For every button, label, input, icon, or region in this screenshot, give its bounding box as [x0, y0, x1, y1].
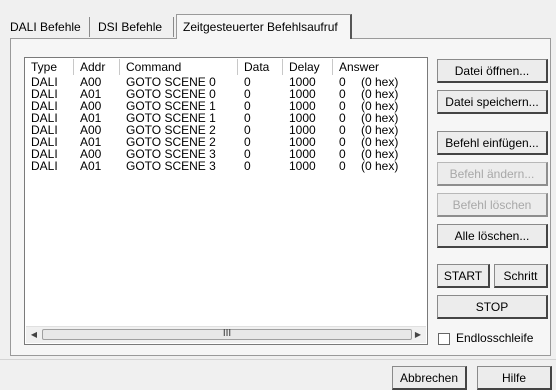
tab-dali-befehle[interactable]: DALI Befehle: [4, 17, 90, 37]
tab-zeitgesteuerter-befehlsaufruf[interactable]: Zeitgesteuerter Befehlsaufruf: [176, 14, 352, 39]
scroll-right-arrow-icon[interactable]: ▶: [412, 329, 424, 341]
table-row[interactable]: DALI A01 GOTO SCENE 3 0 1000 0 (0 hex): [25, 160, 427, 172]
column-header-command[interactable]: Command: [120, 59, 238, 75]
command-list[interactable]: Type Addr Command Data Delay Answer DALI…: [24, 57, 428, 345]
table-cell: 0: [339, 159, 346, 173]
column-header-type[interactable]: Type: [25, 59, 74, 75]
column-header-addr[interactable]: Addr: [74, 59, 120, 75]
stop-button[interactable]: STOP: [437, 295, 548, 319]
list-header: Type Addr Command Data Delay Answer: [25, 58, 427, 75]
help-button[interactable]: Hilfe: [477, 366, 552, 390]
horizontal-scrollbar[interactable]: ◀ III ▶: [26, 326, 426, 343]
change-command-button[interactable]: Befehl ändern...: [437, 162, 548, 186]
column-header-answer[interactable]: Answer: [333, 59, 427, 75]
cancel-button[interactable]: Abbrechen: [392, 366, 467, 390]
save-file-button[interactable]: Datei speichern...: [437, 90, 548, 114]
table-cell: GOTO SCENE 3: [126, 159, 216, 173]
tab-dsi-befehle[interactable]: DSI Befehle: [92, 17, 174, 37]
table-cell: 0: [244, 159, 251, 173]
column-header-delay[interactable]: Delay: [283, 59, 333, 75]
open-file-button[interactable]: Datei öffnen...: [437, 59, 548, 83]
endless-loop-label: Endlosschleife: [456, 331, 534, 345]
table-cell: 1000: [289, 159, 316, 173]
table-cell: (0 hex): [361, 159, 399, 173]
insert-command-button[interactable]: Befehl einfügen...: [437, 131, 548, 155]
table-cell: DALI: [31, 159, 58, 173]
step-button[interactable]: Schritt: [494, 264, 548, 288]
column-header-data[interactable]: Data: [238, 59, 283, 75]
start-button[interactable]: START: [437, 264, 490, 288]
footer-divider: [0, 359, 556, 360]
scroll-left-arrow-icon[interactable]: ◀: [28, 329, 40, 341]
endless-loop-checkbox[interactable]: [438, 333, 450, 345]
clear-all-button[interactable]: Alle löschen...: [437, 224, 548, 248]
table-cell: A01: [80, 159, 102, 173]
scrollbar-thumb[interactable]: III: [42, 329, 412, 340]
delete-command-button[interactable]: Befehl löschen: [437, 193, 548, 217]
